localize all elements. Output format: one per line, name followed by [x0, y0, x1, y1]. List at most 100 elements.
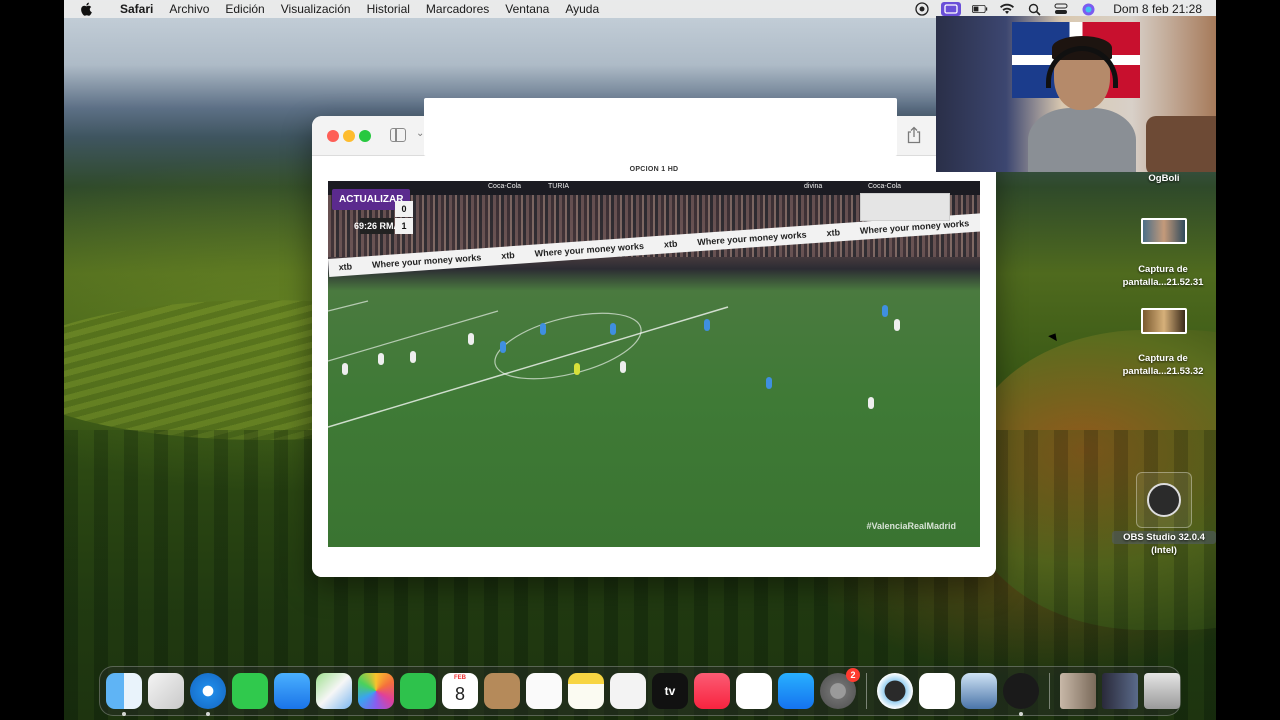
player-figure — [620, 361, 626, 373]
music-icon[interactable] — [694, 673, 730, 709]
scoreboard-spacer — [360, 201, 394, 217]
wifi-icon[interactable] — [999, 2, 1015, 16]
sidebar-toggle-icon[interactable] — [390, 128, 406, 142]
menu-marcadores[interactable]: Marcadores — [418, 2, 497, 16]
desktop-obs-label[interactable]: OBS Studio 32.0.4 (Intel) — [1112, 531, 1216, 557]
pitch-markings — [328, 300, 729, 428]
app-store-icon[interactable] — [778, 673, 814, 709]
player-figure — [610, 323, 616, 335]
news-icon[interactable] — [736, 673, 772, 709]
player-figure — [468, 333, 474, 345]
launchpad-icon[interactable] — [148, 673, 184, 709]
minimize-window-button[interactable] — [343, 130, 355, 142]
spotlight-icon[interactable] — [1026, 2, 1042, 16]
documents-stack-icon[interactable] — [1102, 673, 1138, 709]
menu-visualizacion[interactable]: Visualización — [273, 2, 359, 16]
maps-icon[interactable] — [316, 673, 352, 709]
dock-separator — [1049, 673, 1050, 709]
menu-ventana[interactable]: Ventana — [497, 2, 557, 16]
player-figure — [766, 377, 772, 389]
obs-label-line: (Intel) — [1151, 545, 1177, 556]
freeform-icon[interactable] — [610, 673, 646, 709]
messages-icon[interactable] — [232, 673, 268, 709]
video-player[interactable]: Coca-Cola TURIA divina Coca-Cola xtb Whe… — [328, 181, 980, 547]
player-figure — [868, 397, 874, 409]
menu-edicion[interactable]: Edición — [217, 2, 272, 16]
running-indicator — [122, 712, 126, 716]
safari-window: ⌄ OPCION 1 HD Coca-Cola TURIA divina Coc… — [312, 116, 996, 577]
player-figure — [342, 363, 348, 375]
menu-app-safari[interactable]: Safari — [108, 2, 161, 16]
dock-separator — [866, 673, 867, 709]
obs-label-line: OBS Studio 32.0.4 — [1112, 531, 1216, 544]
file-name-line: Captura de — [1138, 264, 1188, 275]
obs-logo-icon — [1147, 483, 1181, 517]
desktop-file-2[interactable]: Captura de pantalla...21.53.32 — [1108, 352, 1218, 378]
player-figure — [574, 363, 580, 375]
battery-icon[interactable] — [972, 2, 988, 16]
player-figure — [410, 351, 416, 363]
screen-recording-icon[interactable] — [941, 2, 962, 16]
calendar-icon[interactable]: FEB 8 — [442, 673, 478, 709]
menubar-clock[interactable]: Dom 8 feb 21:28 — [1113, 2, 1202, 16]
match-clock: 69:26 RMA — [354, 218, 400, 234]
close-window-button[interactable] — [327, 130, 339, 142]
apple-icon[interactable] — [80, 2, 92, 16]
share-icon[interactable] — [906, 126, 922, 144]
scoreboard: 0 69:26 RMA 1 — [354, 201, 413, 234]
webcam-overlay — [936, 16, 1216, 172]
apple-tv-label: tv — [664, 684, 676, 698]
home-score: 0 — [395, 201, 413, 217]
obs-studio-icon[interactable] — [1136, 472, 1192, 528]
file-name-line: Captura de — [1138, 353, 1188, 364]
capcut-icon[interactable] — [919, 673, 955, 709]
running-indicator — [1019, 712, 1023, 716]
siri-icon[interactable] — [1080, 2, 1096, 16]
player-figure — [540, 323, 546, 335]
contacts-icon[interactable] — [484, 673, 520, 709]
obs-dock-icon[interactable] — [1003, 673, 1039, 716]
downloads-stack-icon[interactable] — [1060, 673, 1096, 709]
dock: FEB 8 tv 2 — [99, 666, 1181, 716]
player-figure — [894, 319, 900, 331]
zoom-window-button[interactable] — [359, 130, 371, 142]
web-page: OPCION 1 HD Coca-Cola TURIA divina Coca-… — [312, 156, 996, 577]
file-name-line: pantalla...21.53.32 — [1122, 366, 1204, 377]
file-name-line: pantalla...21.52.31 — [1122, 277, 1204, 288]
photos-icon[interactable] — [358, 673, 394, 709]
facetime-icon[interactable] — [400, 673, 436, 709]
control-center-icon[interactable] — [1053, 2, 1069, 16]
preview-icon[interactable] — [961, 673, 997, 709]
trash-icon[interactable] — [1144, 673, 1180, 709]
desktop-file-1[interactable]: Captura de pantalla...21.52.31 — [1108, 263, 1218, 289]
match-clock-value: 69:26 — [353, 221, 378, 231]
overlay-ad-placeholder — [860, 193, 950, 221]
player-figure — [378, 353, 384, 365]
apple-tv-icon[interactable]: tv — [652, 673, 688, 709]
safari-icon[interactable] — [190, 673, 226, 716]
broadcast-hashtag: #ValenciaRealMadrid — [866, 521, 956, 531]
notification-badge: 2 — [846, 668, 860, 682]
mail-icon[interactable] — [274, 673, 310, 709]
player-figure — [882, 305, 888, 317]
streamer-figure — [1028, 36, 1136, 172]
player-figure — [500, 341, 506, 353]
menu-ayuda[interactable]: Ayuda — [557, 2, 607, 16]
focus-icon[interactable] — [914, 2, 930, 16]
finder-icon[interactable] — [106, 673, 142, 716]
notes-icon[interactable] — [568, 673, 604, 709]
desktop-user-label[interactable]: OgBoli — [1136, 172, 1192, 185]
menu-extras: Dom 8 feb 21:28 — [914, 2, 1216, 16]
calendar-day: 8 — [454, 683, 465, 704]
reminders-icon[interactable] — [526, 673, 562, 709]
away-score: 1 — [395, 218, 413, 234]
menu-archivo[interactable]: Archivo — [161, 2, 217, 16]
couch — [1146, 116, 1216, 172]
system-settings-icon[interactable]: 2 — [820, 668, 860, 709]
screenshot-thumbnail[interactable] — [1141, 308, 1187, 334]
calendar-month: FEB — [454, 675, 466, 681]
quicktime-icon[interactable] — [877, 673, 913, 709]
menu-historial[interactable]: Historial — [359, 2, 418, 16]
address-bar-overlay[interactable] — [424, 98, 897, 156]
screenshot-thumbnail[interactable] — [1141, 218, 1187, 244]
